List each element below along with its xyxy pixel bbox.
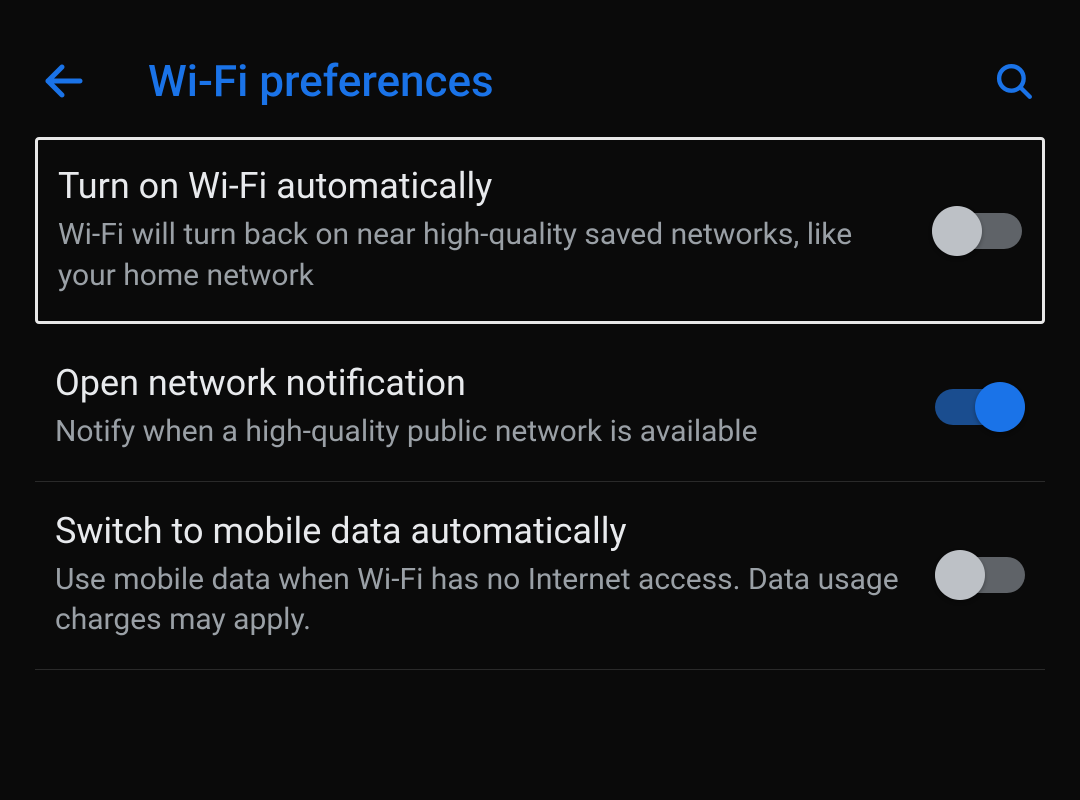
setting-title: Switch to mobile data automatically xyxy=(55,510,905,552)
toggle-open-network-notification[interactable] xyxy=(935,382,1025,432)
setting-title: Turn on Wi-Fi automatically xyxy=(58,165,902,207)
setting-title: Open network notification xyxy=(55,362,905,404)
setting-description: Notify when a high-quality public networ… xyxy=(55,412,905,453)
toggle-switch-mobile-data-auto[interactable] xyxy=(935,550,1025,600)
setting-text: Turn on Wi-Fi automatically Wi-Fi will t… xyxy=(58,165,902,296)
search-icon xyxy=(993,60,1035,102)
toggle-thumb xyxy=(935,550,985,600)
toggle-thumb xyxy=(975,382,1025,432)
page-title: Wi-Fi preferences xyxy=(148,55,933,107)
setting-turn-on-wifi-auto[interactable]: Turn on Wi-Fi automatically Wi-Fi will t… xyxy=(35,137,1045,324)
setting-description: Use mobile data when Wi-Fi has no Intern… xyxy=(55,560,905,641)
setting-open-network-notification[interactable]: Open network notification Notify when a … xyxy=(35,334,1045,482)
setting-switch-mobile-data-auto[interactable]: Switch to mobile data automatically Use … xyxy=(35,482,1045,670)
setting-text: Open network notification Notify when a … xyxy=(55,362,905,453)
back-button[interactable] xyxy=(40,57,88,105)
header: Wi-Fi preferences xyxy=(0,0,1080,137)
search-button[interactable] xyxy=(993,60,1035,102)
setting-description: Wi-Fi will turn back on near high-qualit… xyxy=(58,215,902,296)
setting-text: Switch to mobile data automatically Use … xyxy=(55,510,905,641)
toggle-turn-on-wifi-auto[interactable] xyxy=(932,206,1022,256)
arrow-left-icon xyxy=(40,57,88,105)
toggle-thumb xyxy=(932,206,982,256)
settings-list: Turn on Wi-Fi automatically Wi-Fi will t… xyxy=(0,137,1080,670)
